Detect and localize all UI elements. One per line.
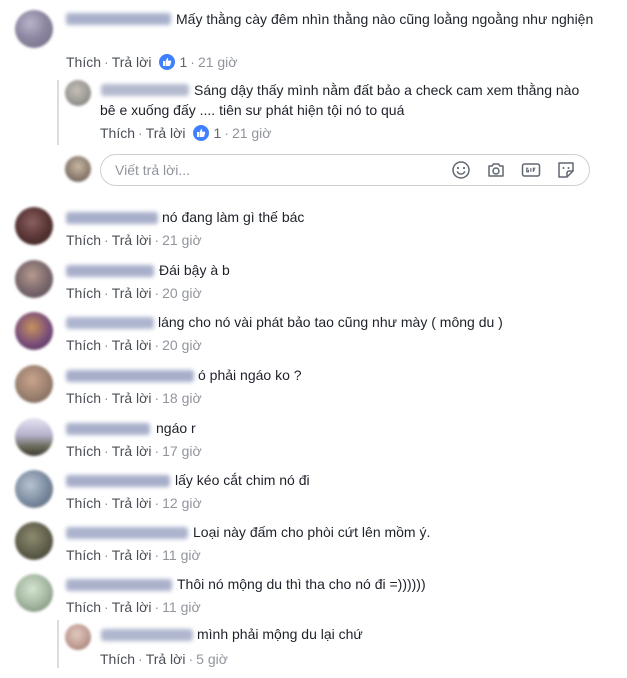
commenter-name[interactable] [101, 629, 193, 641]
reply-thread-line [57, 620, 59, 668]
reply-button[interactable]: Trả lời [112, 232, 152, 248]
reply-button[interactable]: Trả lời [112, 599, 152, 615]
reply-composer[interactable]: Viết trả lời... [100, 154, 590, 186]
timestamp[interactable]: 11 giờ [162, 599, 201, 615]
commenter-name[interactable] [66, 13, 171, 25]
like-button[interactable]: Thích [66, 599, 101, 615]
reply-button[interactable]: Trả lời [112, 547, 152, 563]
like-button[interactable]: Thích [100, 125, 135, 141]
avatar[interactable] [15, 260, 53, 298]
like-reaction-icon[interactable] [193, 125, 210, 141]
comment-actions: Thích · Trả lời · 17 giờ [66, 443, 202, 459]
avatar[interactable] [65, 624, 91, 650]
timestamp[interactable]: 5 giờ [196, 651, 228, 667]
comment-text: lấy kéo cắt chim nó đi [175, 472, 310, 488]
comment-text: Mấy thằng cày đêm nhìn thằng nào cũng lo… [176, 11, 594, 27]
like-button[interactable]: Thích [66, 443, 101, 459]
like-button[interactable]: Thích [100, 651, 135, 667]
reply-input[interactable]: Viết trả lời... [115, 161, 190, 179]
comment-actions: Thích · Trả lời · 12 giờ [66, 495, 202, 511]
timestamp[interactable]: 12 giờ [162, 495, 202, 511]
comment-text: Đái bậy à b [159, 262, 230, 278]
likes-count[interactable]: 1 [179, 54, 187, 70]
camera-icon[interactable] [486, 160, 506, 180]
comment-actions: Thích · Trả lời · 5 giờ [100, 651, 228, 667]
comment-actions: Thích · Trả lời 1 · 21 giờ [66, 54, 238, 70]
timestamp[interactable]: 21 giờ [232, 125, 272, 141]
current-user-avatar [65, 156, 91, 182]
comment-actions: Thích · Trả lời · 18 giờ [66, 390, 202, 406]
comment-text: nó đang làm gì thế bác [162, 209, 305, 225]
reply-button[interactable]: Trả lời [112, 285, 152, 301]
comment-text: láng cho nó vài phát bảo tao cũng như mà… [158, 314, 503, 330]
reply-button[interactable]: Trả lời [112, 495, 152, 511]
timestamp[interactable]: 21 giờ [198, 54, 238, 70]
emoji-icon[interactable] [451, 160, 471, 180]
likes-count[interactable]: 1 [213, 125, 221, 141]
reply-button[interactable]: Trả lời [146, 651, 186, 667]
like-button[interactable]: Thích [66, 285, 101, 301]
comment-actions: Thích · Trả lời 1 · 21 giờ [100, 125, 272, 141]
commenter-name[interactable] [66, 212, 158, 224]
timestamp[interactable]: 20 giờ [162, 285, 202, 301]
like-button[interactable]: Thích [66, 495, 101, 511]
sticker-icon[interactable] [556, 160, 576, 180]
like-button[interactable]: Thích [66, 547, 101, 563]
commenter-name[interactable] [66, 265, 154, 277]
comment-actions: Thích · Trả lời · 21 giờ [66, 232, 202, 248]
avatar[interactable] [15, 10, 53, 48]
timestamp[interactable]: 18 giờ [162, 390, 202, 406]
timestamp[interactable]: 21 giờ [162, 232, 202, 248]
commenter-name[interactable] [66, 579, 172, 591]
avatar[interactable] [65, 80, 91, 106]
avatar[interactable] [15, 365, 53, 403]
comment-text: ngáo r [156, 420, 196, 436]
commenter-name[interactable] [66, 527, 188, 539]
like-button[interactable]: Thích [66, 54, 101, 70]
commenter-name[interactable] [66, 423, 150, 435]
timestamp[interactable]: 20 giờ [162, 337, 202, 353]
reply-button[interactable]: Trả lời [112, 54, 152, 70]
like-reaction-icon[interactable] [159, 54, 176, 70]
reply-button[interactable]: Trả lời [112, 443, 152, 459]
gif-icon[interactable] [521, 160, 541, 180]
commenter-name[interactable] [66, 370, 194, 382]
avatar[interactable] [15, 312, 53, 350]
avatar[interactable] [15, 522, 53, 560]
avatar[interactable] [15, 418, 53, 456]
timestamp[interactable]: 11 giờ [162, 547, 201, 563]
reply-button[interactable]: Trả lời [112, 337, 152, 353]
comment-text: Thôi nó mộng du thì tha cho nó đi =)))))… [177, 576, 426, 592]
comment-actions: Thích · Trả lời · 20 giờ [66, 285, 202, 301]
comment-actions: Thích · Trả lời · 20 giờ [66, 337, 202, 353]
comment-text: Sáng dậy thấy mình nằm đất bảo a check c… [100, 82, 580, 118]
like-button[interactable]: Thích [66, 390, 101, 406]
commenter-name[interactable] [66, 317, 154, 329]
avatar[interactable] [15, 574, 53, 612]
reply-button[interactable]: Trả lời [112, 390, 152, 406]
reply-button[interactable]: Trả lời [146, 125, 186, 141]
like-button[interactable]: Thích [66, 337, 101, 353]
reply-thread-line [57, 80, 59, 145]
commenter-name[interactable] [66, 475, 170, 487]
avatar[interactable] [15, 207, 53, 245]
comment-actions: Thích · Trả lời · 11 giờ [66, 599, 201, 615]
avatar[interactable] [15, 470, 53, 508]
comment-text: mình phải mộng du lại chứ [197, 626, 363, 642]
comment-actions: Thích · Trả lời · 11 giờ [66, 547, 201, 563]
comment-text: ó phải ngáo ko ? [198, 367, 302, 383]
like-button[interactable]: Thích [66, 232, 101, 248]
comment-text: Loại này đấm cho phòi cứt lên mồm ý. [193, 524, 431, 540]
timestamp[interactable]: 17 giờ [162, 443, 202, 459]
